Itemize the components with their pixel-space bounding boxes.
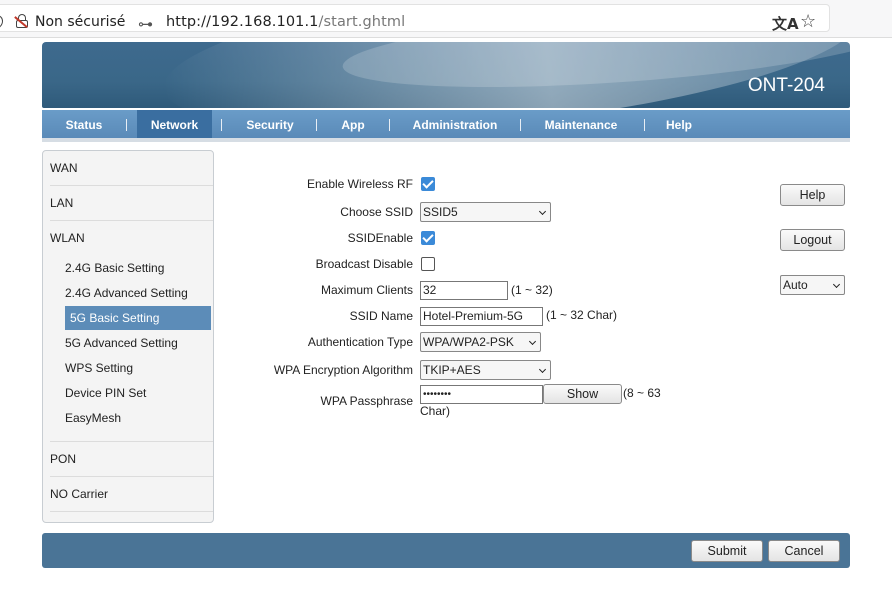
nav-app[interactable]: App (328, 110, 378, 138)
nav-separator (316, 119, 317, 131)
nav-separator (221, 119, 222, 131)
authentication-type-label: Authentication Type (307, 335, 413, 349)
wpa-passphrase-hint: (8 ~ 63 (623, 386, 661, 400)
shield-icon[interactable] (0, 15, 3, 29)
address-bar[interactable]: Non sécurisé ⊶ http://192.168.101.1/star… (0, 4, 830, 34)
wpa-passphrase-input[interactable]: •••••••• (420, 385, 543, 404)
ssid-enable-checkbox[interactable] (421, 231, 435, 245)
language-select-value: Auto (783, 278, 808, 292)
url-path: /start.ghtml (318, 14, 406, 30)
ssid-enable-label: SSIDEnable (347, 231, 413, 245)
maximum-clients-label: Maximum Clients (320, 283, 413, 297)
wpa-passphrase-label: WPA Passphrase (320, 394, 413, 408)
sidebar-subitem-5g-advanced[interactable]: 5G Advanced Setting (65, 331, 211, 355)
nav-separator (389, 119, 390, 131)
language-select[interactable]: Auto (780, 275, 845, 295)
chevron-down-icon (538, 365, 547, 374)
chevron-down-icon (528, 337, 537, 346)
sidebar-item-lan[interactable]: LAN (50, 186, 213, 221)
main-nav: Status Network Security App Administrati… (42, 110, 850, 142)
router-header-banner: ONT-204 (42, 42, 850, 108)
key-icon[interactable]: ⊶ (138, 15, 153, 33)
device-model-name: ONT-204 (747, 75, 825, 96)
sidebar-subitem-easymesh[interactable]: EasyMesh (65, 406, 211, 430)
choose-ssid-label: Choose SSID (340, 205, 413, 219)
sidebar-subitem-device-pin[interactable]: Device PIN Set (65, 381, 211, 405)
nav-network[interactable]: Network (137, 110, 212, 138)
wpa-encryption-label: WPA Encryption Algorithm (273, 363, 413, 377)
sidebar-subitem-wps[interactable]: WPS Setting (65, 356, 211, 380)
wpa-passphrase-hint-cont: Char) (420, 404, 451, 418)
authentication-type-value: WPA/WPA2-PSK (423, 335, 514, 349)
nav-status[interactable]: Status (46, 110, 122, 138)
ssid-name-label: SSID Name (349, 309, 413, 323)
sidebar-item-no-carrier[interactable]: NO Carrier (50, 477, 213, 512)
nav-separator (520, 119, 521, 131)
bookmark-star-icon[interactable]: ☆ (800, 11, 816, 32)
chevron-down-icon (832, 280, 841, 289)
enable-wireless-rf-label: Enable Wireless RF (306, 177, 413, 191)
authentication-type-select[interactable]: WPA/WPA2-PSK (420, 332, 541, 352)
insecure-lock-icon[interactable] (14, 14, 29, 28)
nav-administration[interactable]: Administration (400, 110, 510, 138)
url-host: http://192.168.101.1 (166, 14, 319, 30)
enable-wireless-rf-checkbox[interactable] (421, 177, 435, 191)
wpa-encryption-value: TKIP+AES (423, 363, 481, 377)
nav-maintenance[interactable]: Maintenance (532, 110, 630, 138)
broadcast-disable-checkbox[interactable] (421, 257, 435, 271)
sidebar-item-wlan[interactable]: WLAN (50, 221, 213, 255)
sidebar-menu: WAN LAN WLAN 2.4G Basic Setting 2.4G Adv… (42, 150, 214, 523)
cancel-button[interactable]: Cancel (768, 540, 840, 562)
browser-toolbar: Non sécurisé ⊶ http://192.168.101.1/star… (0, 0, 892, 38)
security-status-label[interactable]: Non sécurisé (35, 14, 125, 30)
translate-icon[interactable]: 文A (772, 13, 799, 34)
url-text[interactable]: http://192.168.101.1/start.ghtml (166, 14, 405, 30)
help-button[interactable]: Help (780, 184, 845, 206)
sidebar-item-wan[interactable]: WAN (50, 151, 213, 186)
broadcast-disable-label: Broadcast Disable (315, 257, 413, 271)
show-passphrase-button[interactable]: Show (543, 384, 622, 404)
wpa-encryption-select[interactable]: TKIP+AES (420, 360, 551, 380)
sidebar-subitem-24g-basic[interactable]: 2.4G Basic Setting (65, 256, 211, 280)
maximum-clients-hint: (1 ~ 32) (511, 283, 553, 297)
sidebar-item-pon[interactable]: PON (50, 442, 213, 477)
logout-button[interactable]: Logout (780, 229, 845, 251)
nav-separator (126, 119, 127, 131)
nav-security[interactable]: Security (232, 110, 308, 138)
submit-button[interactable]: Submit (691, 540, 763, 562)
nav-help[interactable]: Help (656, 110, 702, 138)
nav-separator (644, 119, 645, 131)
choose-ssid-value: SSID5 (423, 205, 458, 219)
sidebar-subitem-24g-advanced[interactable]: 2.4G Advanced Setting (65, 281, 211, 305)
sidebar-subitem-5g-basic[interactable]: 5G Basic Setting (65, 306, 211, 330)
maximum-clients-input[interactable]: 32 (420, 281, 508, 300)
ssid-name-hint: (1 ~ 32 Char) (546, 308, 618, 322)
form-footer-bar: Submit Cancel (42, 533, 850, 568)
choose-ssid-select[interactable]: SSID5 (420, 202, 551, 222)
chevron-down-icon (538, 207, 547, 216)
ssid-name-input[interactable]: Hotel-Premium-5G (420, 307, 543, 326)
